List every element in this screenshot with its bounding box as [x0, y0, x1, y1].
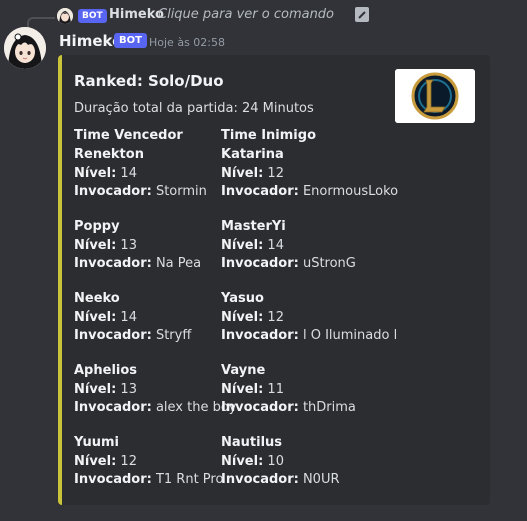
summoner-label: Invocador:	[74, 184, 152, 199]
avatar[interactable]	[4, 27, 46, 69]
summoner-name: T1 Rnt Pro	[151, 472, 224, 487]
summoner-label: Invocador:	[221, 472, 299, 487]
summoner-label: Invocador:	[221, 256, 299, 271]
enemies-champion-3: Yasuo	[221, 291, 264, 306]
summoner-name: Stormin	[151, 184, 207, 199]
summoner-name: uStronG	[298, 256, 356, 271]
embed-accent-bar	[58, 55, 62, 505]
winners-champion-2: Poppy	[74, 219, 120, 234]
embed-title: Ranked: Solo/Duo	[74, 72, 224, 90]
level-label: Nível:	[74, 165, 117, 181]
slash-command-icon	[355, 7, 369, 22]
winners-level-1: Nível: 14	[74, 166, 137, 181]
summoner-label: Invocador:	[74, 400, 152, 415]
level-value: 10	[263, 453, 284, 469]
enemies-level-1: Nível: 12	[221, 166, 284, 181]
enemies-level-3: Nível: 12	[221, 310, 284, 325]
winners-champion-5: Yuumi	[74, 435, 119, 450]
enemies-level-5: Nível: 10	[221, 454, 284, 469]
summoner-name: N0UR	[298, 472, 340, 487]
level-label: Nível:	[221, 237, 264, 253]
summoner-label: Invocador:	[221, 328, 299, 343]
enemies-summoner-3: Invocador: l O Iluminado l	[221, 328, 397, 343]
winner-team-header: Time Vencedor	[74, 128, 183, 143]
level-value: 14	[116, 309, 137, 325]
summoner-name: EnormousLoko	[298, 184, 399, 199]
summoner-label: Invocador:	[221, 400, 299, 415]
winners-summoner-3: Invocador: Stryff	[74, 328, 191, 343]
message-username[interactable]: Himeko	[59, 32, 122, 50]
level-value: 11	[263, 381, 284, 397]
enemies-champion-1: Katarina	[221, 147, 284, 162]
summoner-name: Na Pea	[151, 256, 202, 271]
enemies-champion-5: Nautilus	[221, 435, 283, 450]
reply-avatar-icon[interactable]	[57, 8, 73, 24]
summoner-label: Invocador:	[74, 328, 152, 343]
level-value: 13	[116, 381, 137, 397]
winners-level-3: Nível: 14	[74, 310, 137, 325]
summoner-name: l O Iluminado l	[298, 328, 398, 343]
enemy-team-header: Time Inimigo	[221, 128, 316, 143]
winners-summoner-4: Invocador: alex the boy	[74, 400, 237, 415]
level-label: Nível:	[74, 237, 117, 253]
winners-summoner-1: Invocador: Stormin	[74, 184, 207, 199]
winners-champion-4: Aphelios	[74, 363, 138, 378]
level-value: 12	[116, 453, 137, 469]
winners-level-2: Nível: 13	[74, 238, 137, 253]
enemies-summoner-1: Invocador: EnormousLoko	[221, 184, 398, 199]
reply-username[interactable]: Himeko	[109, 7, 164, 22]
enemies-summoner-2: Invocador: uStronG	[221, 256, 356, 271]
enemies-summoner-5: Invocador: N0UR	[221, 472, 340, 487]
winners-summoner-2: Invocador: Na Pea	[74, 256, 201, 271]
summoner-name: thDrima	[298, 400, 356, 415]
level-value: 12	[263, 309, 284, 325]
summoner-label: Invocador:	[74, 256, 152, 271]
level-value: 13	[116, 237, 137, 253]
level-label: Nível:	[221, 381, 264, 397]
level-label: Nível:	[74, 309, 117, 325]
winners-level-5: Nível: 12	[74, 454, 137, 469]
winners-champion-1: Renekton	[74, 147, 144, 162]
bot-tag: BOT	[114, 33, 147, 48]
level-label: Nível:	[74, 381, 117, 397]
level-value: 14	[116, 165, 137, 181]
level-label: Nível:	[221, 453, 264, 469]
embed-description: Duração total da partida: 24 Minutos	[74, 101, 314, 116]
enemies-level-4: Nível: 11	[221, 382, 284, 397]
winners-level-4: Nível: 13	[74, 382, 137, 397]
enemies-level-2: Nível: 14	[221, 238, 284, 253]
enemies-summoner-4: Invocador: thDrima	[221, 400, 356, 415]
winners-summoner-5: Invocador: T1 Rnt Pro	[74, 472, 223, 487]
winners-champion-3: Neeko	[74, 291, 120, 306]
level-value: 14	[263, 237, 284, 253]
league-of-legends-logo-icon[interactable]	[395, 69, 475, 123]
embed: Ranked: Solo/Duo Duração total da partid…	[58, 55, 490, 505]
summoner-label: Invocador:	[74, 472, 152, 487]
enemies-champion-4: Vayne	[221, 363, 266, 378]
level-label: Nível:	[221, 165, 264, 181]
message-timestamp[interactable]: Hoje às 02:58	[149, 36, 225, 49]
level-label: Nível:	[221, 309, 264, 325]
reply-content[interactable]: Clique para ver o comando	[158, 7, 334, 22]
summoner-name: Stryff	[151, 328, 192, 343]
reply-reference[interactable]: BOT Himeko Clique para ver o comando	[0, 0, 527, 32]
enemies-champion-2: MasterYi	[221, 219, 286, 234]
level-label: Nível:	[74, 453, 117, 469]
summoner-label: Invocador:	[221, 184, 299, 199]
reply-bot-tag: BOT	[78, 9, 107, 23]
level-value: 12	[263, 165, 284, 181]
